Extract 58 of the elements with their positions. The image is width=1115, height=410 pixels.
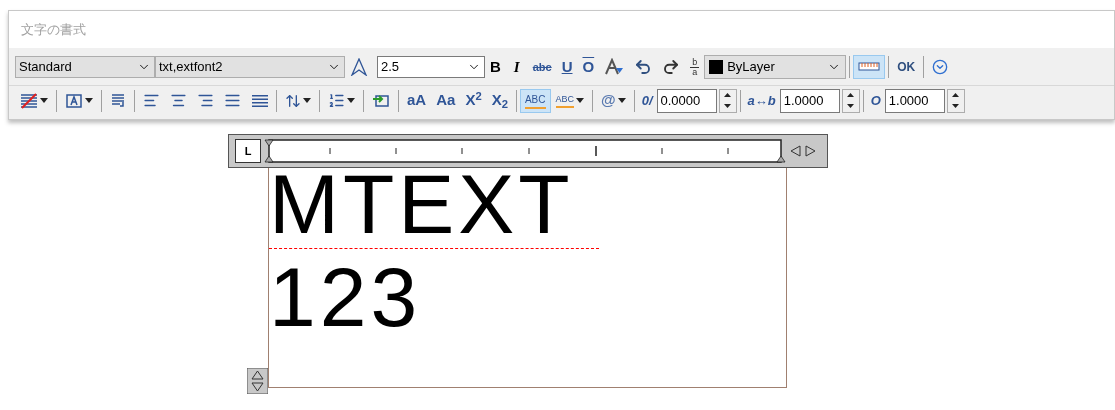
chevron-circle-icon: [932, 59, 949, 75]
undo-icon: [634, 58, 653, 76]
letter-a-icon: [604, 58, 625, 76]
caret-icon: [85, 98, 93, 103]
strikethrough-button[interactable]: abc: [527, 55, 557, 79]
field-icon: [372, 92, 390, 109]
case-button[interactable]: Aa: [431, 88, 461, 113]
caret-icon: [347, 98, 355, 103]
number-field[interactable]: 1.0000: [779, 88, 840, 113]
overline-button[interactable]: O: [577, 55, 600, 79]
field-label: O: [869, 91, 882, 110]
style-dropdown[interactable]: Standard: [15, 56, 155, 78]
boxed-a-icon: [65, 92, 83, 109]
align-right-icon: [197, 92, 214, 109]
paragraph-icon: [110, 92, 126, 109]
mask-icon: [20, 92, 38, 109]
font-dropdown[interactable]: txt,extfont2: [155, 56, 345, 78]
ruler-icon: [858, 62, 881, 72]
color-label: ByLayer: [727, 58, 775, 77]
panel-title: 文字の書式: [21, 20, 86, 39]
text-editor-area[interactable]: MTEXT 123: [268, 168, 787, 388]
redo-icon: [662, 58, 681, 76]
height-arrows-icon[interactable]: [247, 368, 268, 394]
spin-buttons[interactable]: [718, 88, 737, 113]
bold-button[interactable]: B: [485, 55, 506, 79]
align-left-icon: [143, 92, 160, 109]
text-line: 123: [269, 255, 423, 339]
align-center-icon: [170, 92, 187, 109]
align-justify-icon: [224, 92, 241, 109]
field-label: a↔b: [746, 91, 777, 110]
color-dropdown[interactable]: ByLayer: [704, 55, 847, 79]
caret-icon: [576, 98, 584, 103]
triangle-icon: [350, 58, 368, 76]
caret-icon: [303, 98, 311, 103]
script-button[interactable]: X$_{2}$: [486, 88, 513, 113]
spellcheck-button[interactable]: ABC: [519, 88, 551, 113]
tab-type-button[interactable]: L: [235, 139, 261, 163]
distribute-icon: [251, 92, 268, 109]
stack-button[interactable]: b a: [685, 55, 705, 79]
number-field[interactable]: 0.0000: [656, 88, 717, 113]
dictionary-button[interactable]: ABC: [550, 88, 589, 113]
numbered-list-icon: [328, 92, 345, 109]
spin-buttons[interactable]: [841, 88, 860, 113]
line-spacing-icon: [285, 92, 301, 109]
script-button[interactable]: X$^{2}$: [460, 88, 487, 113]
case-button[interactable]: aA: [402, 88, 432, 113]
field-label: 0/: [640, 91, 655, 110]
height-field[interactable]: 2.5: [377, 56, 485, 78]
italic-button[interactable]: I: [505, 55, 528, 79]
number-field[interactable]: 1.0000: [884, 88, 945, 113]
spin-buttons[interactable]: [946, 88, 965, 113]
symbol-button[interactable]: @: [596, 88, 631, 113]
underline-button[interactable]: U: [556, 55, 578, 79]
ruler-toggle[interactable]: [853, 55, 886, 79]
width-arrows-icon[interactable]: [790, 145, 816, 157]
caret-icon: [617, 98, 626, 103]
caret-icon: [40, 98, 48, 103]
ok-button[interactable]: OK: [892, 55, 921, 79]
